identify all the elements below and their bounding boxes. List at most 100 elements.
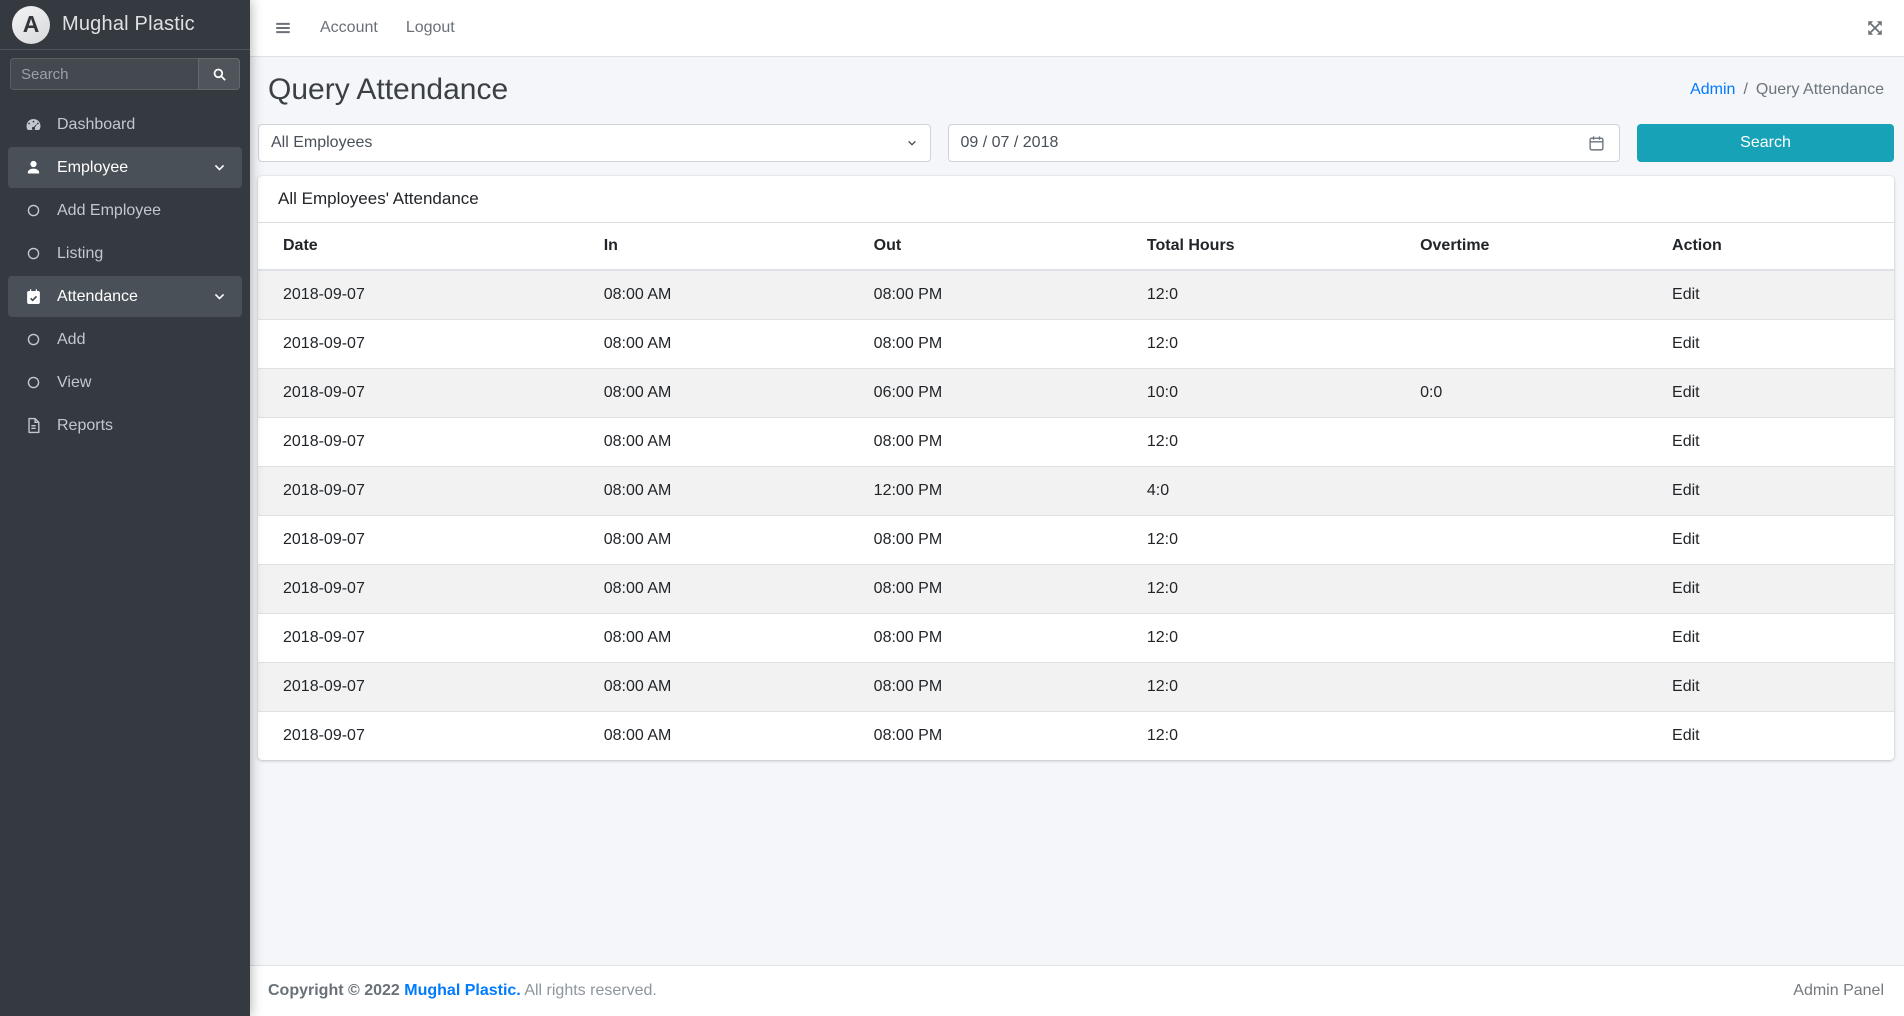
sidebar-item-attendance[interactable]: Attendance [8,276,242,317]
col-date: Date [258,223,592,270]
search-icon [212,67,227,82]
cell-action: Edit [1660,270,1894,320]
sidebar-item-dashboard[interactable]: Dashboard [8,104,242,145]
main-area: Account Logout Query Attendance Admin / … [250,0,1904,1016]
sidebar-item-label: View [57,374,226,392]
sidebar: A Mughal Plastic Dashboard EmployeeAdd Em… [0,0,250,1016]
sidebar-toggle-button[interactable] [274,19,292,37]
sidebar-item-add-employee[interactable]: Add Employee [8,190,242,231]
breadcrumb-admin-link[interactable]: Admin [1690,81,1735,99]
brand-name: Mughal Plastic [62,13,195,36]
cell-out: 08:00 PM [862,320,1135,369]
cell-out: 08:00 PM [862,614,1135,663]
edit-link[interactable]: Edit [1672,286,1700,303]
footer-rights: All rights reserved. [521,982,657,999]
cell-in: 08:00 AM [592,614,862,663]
table-row: 2018-09-0708:00 AM08:00 PM12:0Edit [258,614,1894,663]
sidebar-item-reports[interactable]: Reports [8,405,242,446]
edit-link[interactable]: Edit [1672,727,1700,744]
attendance-table: Date In Out Total Hours Overtime Action … [258,223,1894,760]
table-row: 2018-09-0708:00 AM06:00 PM10:00:0Edit [258,369,1894,418]
edit-link[interactable]: Edit [1672,482,1700,499]
cell-in: 08:00 AM [592,565,862,614]
sidebar-search-input[interactable] [10,58,198,90]
card-title: All Employees' Attendance [258,176,1894,223]
col-out: Out [862,223,1135,270]
sidebar-item-add[interactable]: Add [8,319,242,360]
employee-select[interactable]: All Employees [258,124,931,162]
cell-overtime [1408,467,1660,516]
cell-action: Edit [1660,418,1894,467]
cell-total: 12:0 [1135,270,1408,320]
circle-icon [22,203,44,218]
bars-icon [274,19,292,37]
cell-date: 2018-09-07 [258,565,592,614]
date-input[interactable]: 09 / 07 / 2018 [948,124,1621,162]
cell-date: 2018-09-07 [258,516,592,565]
cell-total: 10:0 [1135,369,1408,418]
user-icon [22,159,44,176]
cell-total: 12:0 [1135,418,1408,467]
edit-link[interactable]: Edit [1672,580,1700,597]
page-title: Query Attendance [268,73,508,107]
account-link[interactable]: Account [320,19,378,37]
employee-select-value: All Employees [271,134,372,152]
cell-total: 12:0 [1135,320,1408,369]
brand-logo-icon: A [12,6,50,44]
cell-out: 08:00 PM [862,516,1135,565]
cell-overtime [1408,565,1660,614]
circle-icon [22,375,44,390]
cell-total: 4:0 [1135,467,1408,516]
edit-link[interactable]: Edit [1672,433,1700,450]
cell-overtime [1408,663,1660,712]
sidebar-item-label: Attendance [57,288,213,306]
col-total-hours: Total Hours [1135,223,1408,270]
edit-link[interactable]: Edit [1672,678,1700,695]
search-button[interactable]: Search [1637,124,1894,162]
footer-brand-link[interactable]: Mughal Plastic. [404,982,520,999]
sidebar-item-view[interactable]: View [8,362,242,403]
attendance-card: All Employees' Attendance Date In Out To… [258,176,1894,760]
cell-date: 2018-09-07 [258,418,592,467]
col-action: Action [1660,223,1894,270]
table-row: 2018-09-0708:00 AM08:00 PM12:0Edit [258,270,1894,320]
calendar-icon[interactable] [1588,135,1605,152]
circle-icon [22,246,44,261]
sidebar-item-label: Listing [57,245,226,263]
cell-overtime: 0:0 [1408,369,1660,418]
cell-date: 2018-09-07 [258,369,592,418]
cell-in: 08:00 AM [592,320,862,369]
cell-in: 08:00 AM [592,516,862,565]
footer-copyright: Copyright © 2022 [268,982,400,999]
page-head: Query Attendance Admin / Query Attendanc… [250,57,1904,107]
fullscreen-button[interactable] [1866,19,1884,37]
edit-link[interactable]: Edit [1672,384,1700,401]
table-row: 2018-09-0708:00 AM08:00 PM12:0Edit [258,320,1894,369]
sidebar-search-button[interactable] [198,58,240,90]
cell-action: Edit [1660,516,1894,565]
edit-link[interactable]: Edit [1672,335,1700,352]
table-row: 2018-09-0708:00 AM12:00 PM4:0Edit [258,467,1894,516]
cell-overtime [1408,614,1660,663]
sidebar-search [10,58,240,90]
logout-link[interactable]: Logout [406,19,455,37]
cell-out: 08:00 PM [862,270,1135,320]
cell-action: Edit [1660,467,1894,516]
cell-out: 08:00 PM [862,712,1135,761]
sidebar-item-employee[interactable]: Employee [8,147,242,188]
edit-link[interactable]: Edit [1672,629,1700,646]
cell-total: 12:0 [1135,614,1408,663]
cell-overtime [1408,270,1660,320]
table-row: 2018-09-0708:00 AM08:00 PM12:0Edit [258,663,1894,712]
cell-total: 12:0 [1135,565,1408,614]
cell-out: 08:00 PM [862,418,1135,467]
col-in: In [592,223,862,270]
topbar: Account Logout [250,0,1904,57]
cell-in: 08:00 AM [592,467,862,516]
cell-in: 08:00 AM [592,270,862,320]
sidebar-item-listing[interactable]: Listing [8,233,242,274]
edit-link[interactable]: Edit [1672,531,1700,548]
brand[interactable]: A Mughal Plastic [0,0,250,50]
sidebar-item-label: Dashboard [57,116,226,134]
date-input-value: 09 / 07 / 2018 [961,134,1059,152]
